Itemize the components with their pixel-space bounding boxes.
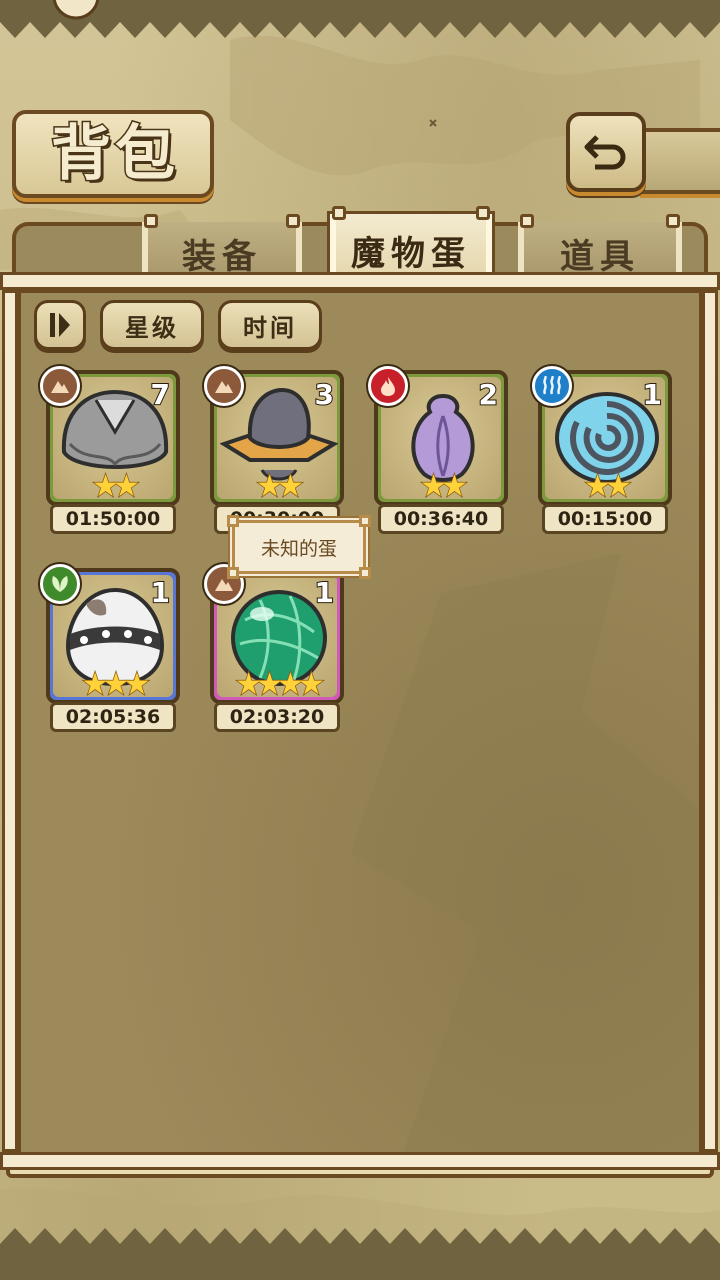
star-rating: ★★ (583, 469, 632, 504)
egg-count: 1 (641, 377, 663, 412)
hatch-timer: 02:05:36 (50, 702, 176, 732)
egg-count: 3 (313, 377, 335, 412)
earth-element-icon (204, 366, 244, 406)
star-rating: ★★★★ (234, 667, 325, 702)
egg-count: 1 (313, 575, 335, 610)
hatch-timer: 00:15:00 (542, 504, 668, 534)
return-arrow-icon (584, 135, 626, 170)
back-button[interactable] (566, 112, 646, 192)
bottom-rail (0, 1152, 720, 1170)
tab-monster-eggs-label: 魔物蛋 (351, 233, 471, 274)
tooltip-text: 未知的蛋 (260, 537, 337, 560)
tab-equipment-label: 装备 (182, 236, 262, 277)
sort-by-star-button[interactable]: 星级 (100, 300, 204, 350)
top-rail (0, 272, 720, 290)
tab-items-label: 道具 (560, 236, 640, 277)
hatch-timer: 01:50:00 (50, 504, 176, 534)
page-title: 背包 (50, 118, 179, 191)
sort-by-star-label: 星级 (125, 313, 179, 342)
star-rating: ★★ (419, 469, 468, 504)
sort-order-icon (50, 313, 70, 337)
back-button-plate (640, 128, 720, 194)
water-element-icon (532, 366, 572, 406)
egg-count: 2 (477, 377, 499, 412)
star-rating: ★★★ (81, 667, 151, 702)
sort-by-time-label: 时间 (243, 313, 297, 342)
star-rating: ★★ (255, 469, 304, 504)
hatch-timer: 00:36:40 (378, 504, 504, 534)
egg-count: 7 (149, 377, 171, 412)
leaf-element-icon (40, 564, 80, 604)
right-rail (702, 290, 718, 1152)
hatch-timer: 02:03:20 (214, 702, 340, 732)
sort-by-time-button[interactable]: 时间 (218, 300, 322, 350)
sort-order-toggle[interactable] (34, 300, 86, 350)
left-rail (2, 290, 18, 1152)
star-rating: ★★ (91, 469, 140, 504)
top-border-decoration (0, 0, 720, 38)
earth-element-icon (40, 366, 80, 406)
fire-element-icon (368, 366, 408, 406)
egg-tooltip: 未知的蛋 (227, 515, 371, 579)
egg-count: 1 (149, 575, 171, 610)
bottom-border-decoration (0, 1228, 720, 1280)
